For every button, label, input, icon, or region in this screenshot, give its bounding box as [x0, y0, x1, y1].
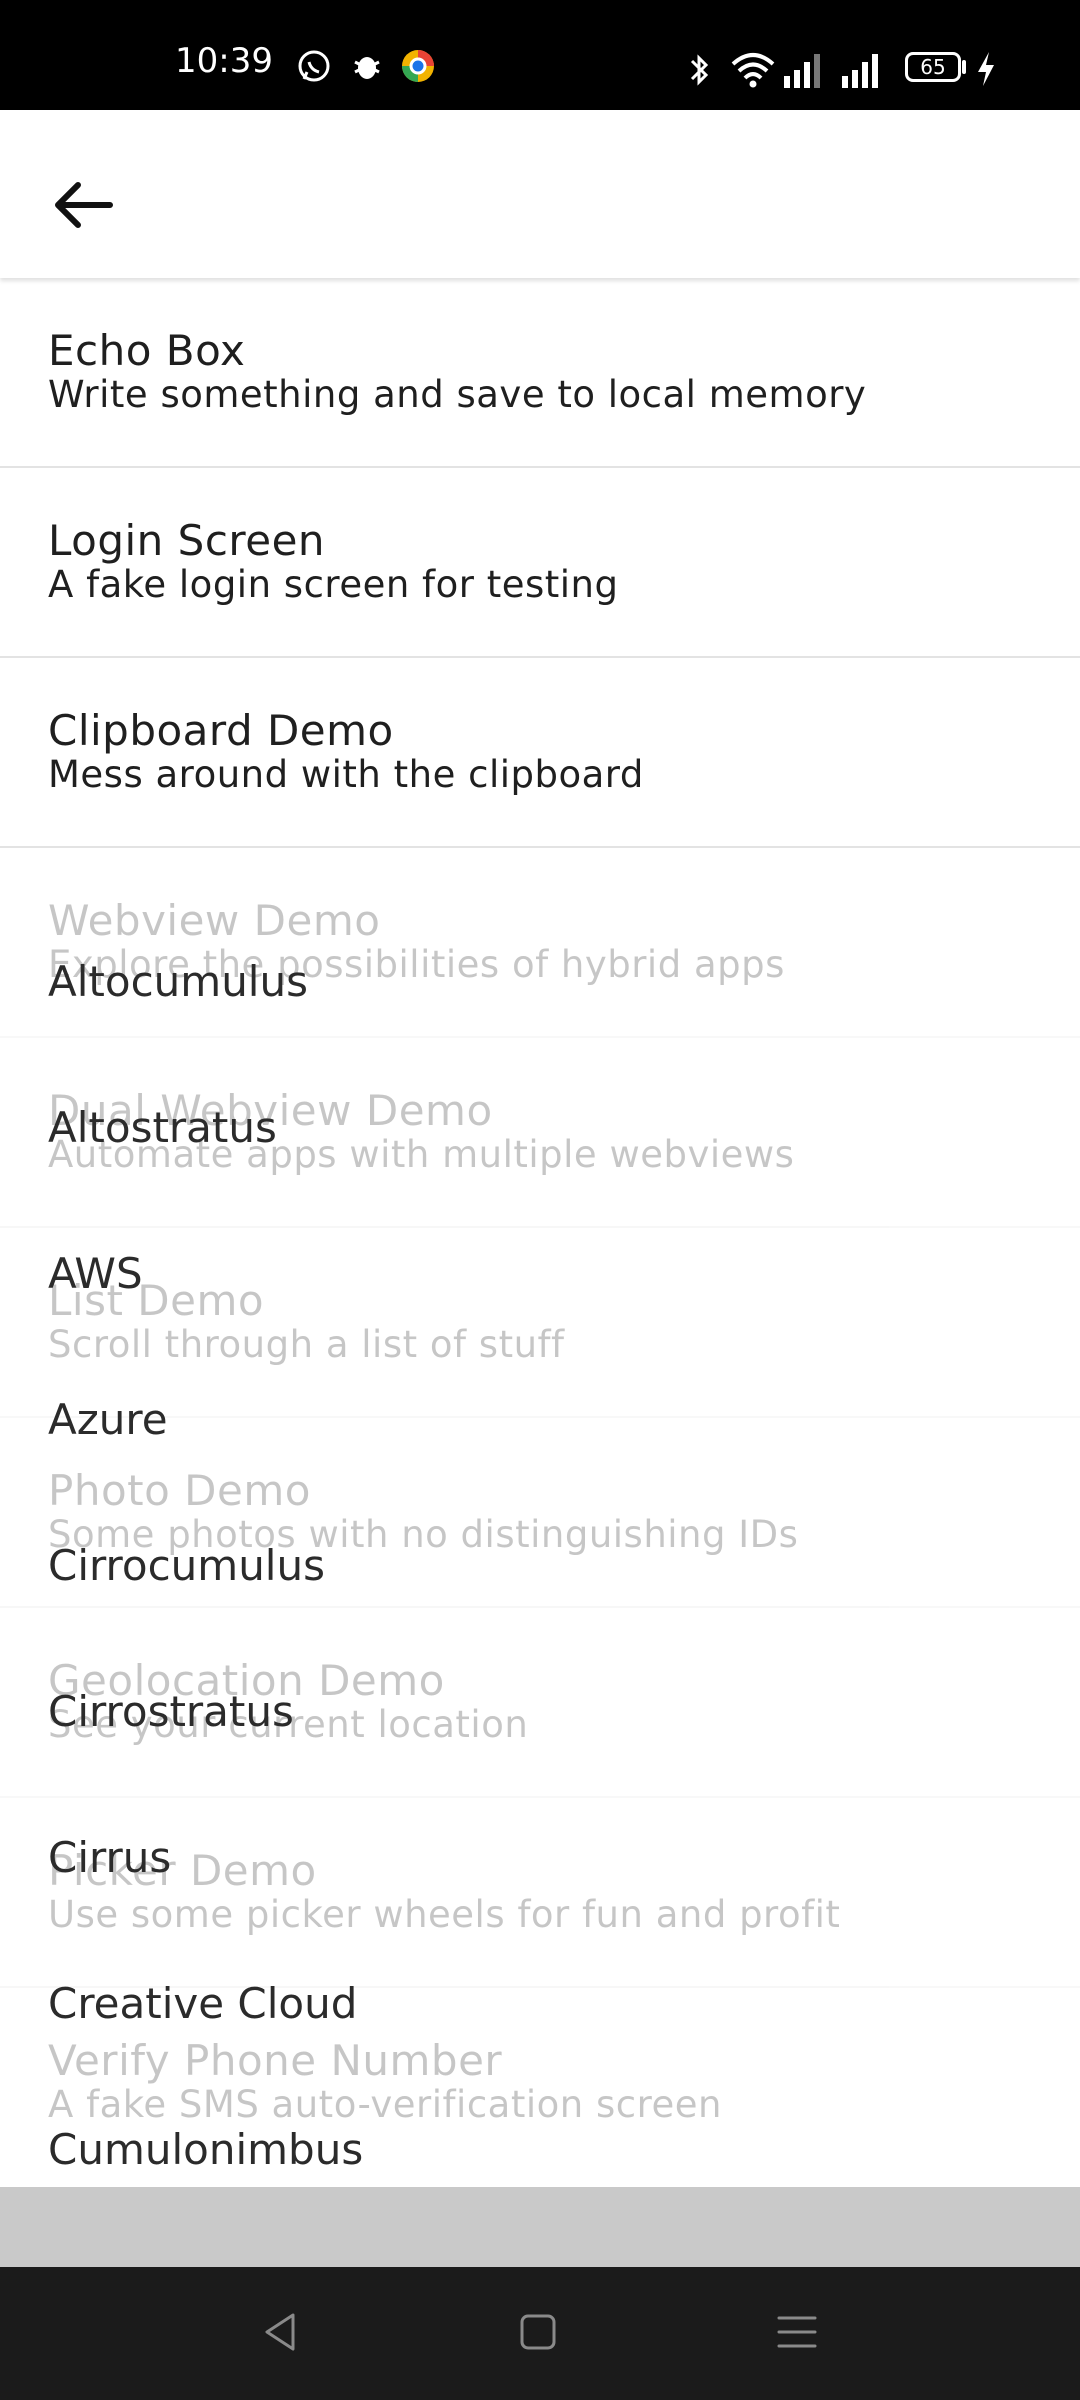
signal-icon	[842, 54, 878, 88]
item-title: Echo Box	[48, 326, 246, 375]
back-button[interactable]	[40, 160, 130, 250]
item-subtitle: Scroll through a list of stuff	[48, 1323, 565, 1366]
system-nav-bar	[0, 2267, 1080, 2400]
wifi-icon	[731, 53, 775, 88]
whatsapp-icon	[298, 50, 330, 82]
status-time: 10:39	[175, 41, 273, 81]
status-bar: 10:39 65	[0, 0, 1080, 110]
chrome-like-icon	[402, 50, 434, 82]
cloud-item-cirrostratus[interactable]: Cirrostratus	[48, 1687, 294, 1736]
item-title: Login Screen	[48, 516, 326, 565]
list-item-list-demo[interactable]: List Demo Scroll through a list of stuff	[0, 1228, 1080, 1418]
bluetooth-icon	[690, 54, 709, 86]
item-title: Verify Phone Number	[48, 2036, 503, 2085]
cloud-item-altocumulus[interactable]: Altocumulus	[48, 957, 308, 1006]
arrow-left-icon	[55, 182, 113, 228]
list-item-picker-demo[interactable]: Picker Demo Use some picker wheels for f…	[0, 1798, 1080, 1988]
item-subtitle: A fake login screen for testing	[48, 563, 619, 606]
triangle-back-icon[interactable]	[245, 2297, 315, 2367]
battery-tip	[962, 60, 966, 74]
hamburger-menu-icon[interactable]	[762, 2297, 832, 2367]
item-subtitle: A fake SMS auto-verification screen	[48, 2083, 722, 2126]
cloud-item-cirrocumulus[interactable]: Cirrocumulus	[48, 1541, 325, 1590]
item-title: Photo Demo	[48, 1466, 311, 1515]
signal-icon	[784, 54, 820, 88]
cloud-item-cumulonimbus[interactable]: Cumulonimbus	[48, 2125, 363, 2174]
charging-icon	[978, 52, 994, 86]
item-subtitle: Use some picker wheels for fun and profi…	[48, 1893, 841, 1936]
app-header	[0, 110, 1080, 278]
list-item-webview-demo[interactable]: Webview Demo Explore the possibilities o…	[0, 848, 1080, 1038]
battery-icon: 65	[905, 52, 961, 82]
cloud-item-aws[interactable]: AWS	[48, 1249, 143, 1298]
item-subtitle: Write something and save to local memory	[48, 373, 867, 416]
item-title: Webview Demo	[48, 896, 381, 945]
list-item-echo-box[interactable]: Echo Box Write something and save to loc…	[0, 278, 1080, 468]
list-item-login-screen[interactable]: Login Screen A fake login screen for tes…	[0, 468, 1080, 658]
list-item-clipboard-demo[interactable]: Clipboard Demo Mess around with the clip…	[0, 658, 1080, 848]
cloud-item-cirrus[interactable]: Cirrus	[48, 1833, 171, 1882]
bug-icon	[354, 57, 380, 79]
cloud-item-azure[interactable]: Azure	[48, 1395, 168, 1444]
item-subtitle: Mess around with the clipboard	[48, 753, 644, 796]
cloud-item-creative-cloud[interactable]: Creative Cloud	[48, 1979, 357, 2028]
bottom-gray-band	[0, 2187, 1080, 2267]
square-home-icon[interactable]	[503, 2297, 573, 2367]
item-title: Clipboard Demo	[48, 706, 394, 755]
cloud-item-altostratus[interactable]: Altostratus	[48, 1103, 277, 1152]
